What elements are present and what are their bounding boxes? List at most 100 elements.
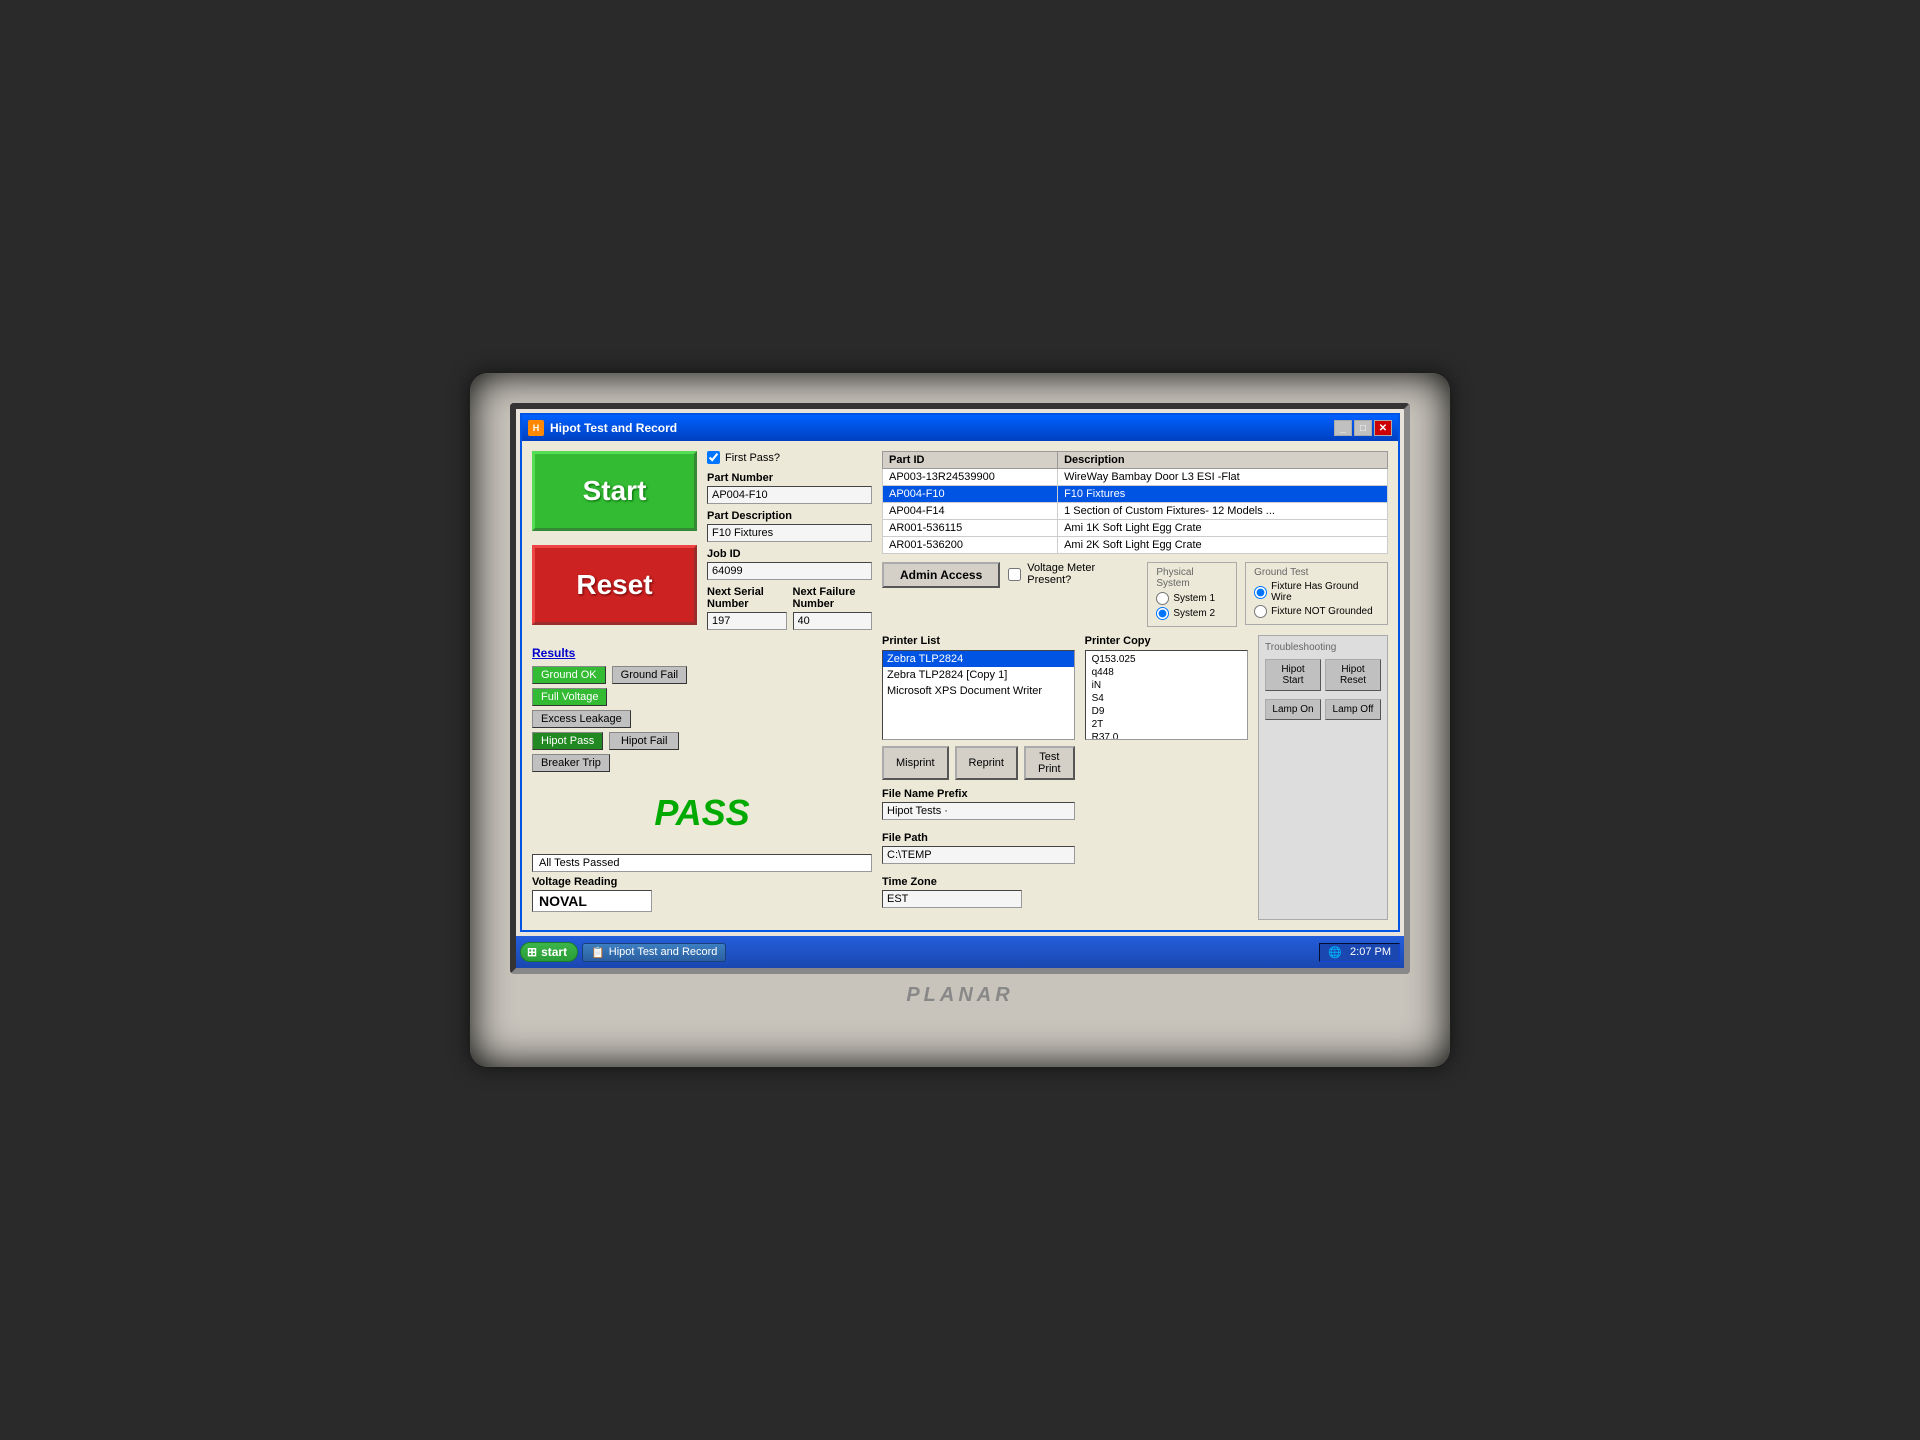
start-taskbar-button[interactable]: ⊞ start <box>520 942 578 962</box>
app-icon: H <box>528 420 544 436</box>
table-row[interactable]: AR001-536115Ami 1K Soft Light Egg Crate <box>883 520 1388 537</box>
ground-fail-button[interactable]: Ground Fail <box>612 666 687 684</box>
description-header: Description <box>1058 452 1388 469</box>
fixture-grounded-radio[interactable] <box>1254 586 1267 599</box>
file-name-prefix-title: File Name Prefix <box>882 788 1075 800</box>
file-path-section: File Path <box>882 832 1075 870</box>
system2-radio[interactable] <box>1156 607 1169 620</box>
voltage-row: Full Voltage <box>532 688 872 706</box>
file-path-input[interactable] <box>882 846 1075 864</box>
maximize-button[interactable]: □ <box>1354 420 1372 436</box>
table-row[interactable]: AP004-F10F10 Fixtures <box>883 486 1388 503</box>
system1-radio[interactable] <box>1156 592 1169 605</box>
table-row[interactable]: AP004-F141 Section of Custom Fixtures- 1… <box>883 503 1388 520</box>
network-icon: 🌐 <box>1328 946 1342 959</box>
job-id-label: Job ID <box>707 548 872 560</box>
printer-copy-title: Printer Copy <box>1085 635 1248 647</box>
ground-row: Ground OK Ground Fail <box>532 666 872 684</box>
printer-copy-list[interactable]: Q153.025q448iNS4D92TR37.0N46.5.0.3.1.1 N… <box>1085 650 1248 740</box>
description-cell: F10 Fixtures <box>1058 486 1388 503</box>
printer-copy-item: 2T <box>1090 718 1243 731</box>
time-zone-section: Time Zone <box>882 876 1075 914</box>
breaker-trip-button[interactable]: Breaker Trip <box>532 754 610 772</box>
hipot-fail-button[interactable]: Hipot Fail <box>609 732 679 750</box>
next-failure-label: Next Failure Number <box>793 586 873 610</box>
failure-section: Next Failure Number <box>793 586 873 636</box>
clock-time: 2:07 PM <box>1350 946 1391 958</box>
next-serial-label: Next Serial Number <box>707 586 787 610</box>
part-desc-input[interactable] <box>707 524 872 542</box>
taskbar-app-button[interactable]: 📋 Hipot Test and Record <box>582 943 726 962</box>
lamp-on-button[interactable]: Lamp On <box>1265 699 1321 720</box>
hipot-pass-button[interactable]: Hipot Pass <box>532 732 603 750</box>
physical-system-title: Physical System <box>1156 567 1228 589</box>
fixture-grounded-label: Fixture Has Ground Wire <box>1271 581 1379 603</box>
printer-list-title: Printer List <box>882 635 1075 647</box>
printer-list-item[interactable]: Zebra TLP2824 <box>883 651 1074 667</box>
table-row[interactable]: AR001-536200Ami 2K Soft Light Egg Crate <box>883 537 1388 554</box>
part-id-cell: AR001-536200 <box>883 537 1058 554</box>
ground-ok-button[interactable]: Ground OK <box>532 666 606 684</box>
misprint-button[interactable]: Misprint <box>882 746 949 780</box>
parts-table: Part ID Description AP003-13R24539900Wir… <box>882 451 1388 554</box>
taskbar: ⊞ start 📋 Hipot Test and Record 🌐 2:07 P… <box>516 936 1404 968</box>
job-id-input[interactable] <box>707 562 872 580</box>
app-window: H Hipot Test and Record _ □ ✕ Start Re <box>520 413 1400 932</box>
printer-list-item[interactable]: Microsoft XPS Document Writer <box>883 683 1074 699</box>
file-path-title: File Path <box>882 832 1075 844</box>
start-button[interactable]: Start <box>532 451 697 531</box>
voltage-value: NOVAL <box>532 890 652 912</box>
windows-logo-icon: ⊞ <box>527 945 537 959</box>
printer-copy-item: Q153.025 <box>1090 653 1243 666</box>
part-number-input[interactable] <box>707 486 872 504</box>
table-row[interactable]: AP003-13R24539900WireWay Bambay Door L3 … <box>883 469 1388 486</box>
fixture-not-grounded-row: Fixture NOT Grounded <box>1254 605 1379 618</box>
serial-section: Next Serial Number <box>707 586 787 636</box>
voltage-meter-checkbox[interactable] <box>1008 568 1021 581</box>
system2-label: System 2 <box>1173 608 1215 619</box>
system1-label: System 1 <box>1173 593 1215 604</box>
form-fields: First Pass? Part Number Part Description… <box>707 451 872 636</box>
printer-list-box[interactable]: Zebra TLP2824Zebra TLP2824 [Copy 1]Micro… <box>882 650 1075 740</box>
action-buttons: Start Reset <box>532 451 697 636</box>
printer-list-item[interactable]: Zebra TLP2824 [Copy 1] <box>883 667 1074 683</box>
first-pass-checkbox[interactable] <box>707 451 720 464</box>
file-name-prefix-input[interactable] <box>882 802 1075 820</box>
first-pass-row: First Pass? <box>707 451 872 464</box>
description-cell: 1 Section of Custom Fixtures- 12 Models … <box>1058 503 1388 520</box>
hipot-start-trouble-button[interactable]: HipotStart <box>1265 659 1321 691</box>
troubleshoot-buttons: HipotStart HipotReset <box>1265 659 1381 691</box>
fixture-not-grounded-radio[interactable] <box>1254 605 1267 618</box>
ground-test-group: Ground Test Fixture Has Ground Wire Fixt… <box>1245 562 1388 625</box>
admin-access-button[interactable]: Admin Access <box>882 562 1000 588</box>
next-failure-input[interactable] <box>793 612 873 630</box>
voltage-reading-label: Voltage Reading <box>532 876 872 888</box>
full-voltage-button[interactable]: Full Voltage <box>532 688 607 706</box>
excess-leakage-button[interactable]: Excess Leakage <box>532 710 631 728</box>
reprint-button[interactable]: Reprint <box>955 746 1018 780</box>
app-content: Start Reset First Pass? Part Number Part <box>522 441 1398 930</box>
print-buttons-row: Misprint Reprint Test Print <box>882 746 1075 780</box>
breaker-row: Breaker Trip <box>532 754 872 772</box>
troubleshooting-box: Troubleshooting HipotStart HipotReset La… <box>1258 635 1388 920</box>
fixture-not-grounded-label: Fixture NOT Grounded <box>1271 606 1373 617</box>
reset-button[interactable]: Reset <box>532 545 697 625</box>
leakage-row: Excess Leakage <box>532 710 872 728</box>
part-number-label: Part Number <box>707 472 872 484</box>
part-desc-label: Part Description <box>707 510 872 522</box>
close-button[interactable]: ✕ <box>1374 420 1392 436</box>
printer-copy-item: R37.0 <box>1090 731 1243 740</box>
hipot-reset-trouble-button[interactable]: HipotReset <box>1325 659 1381 691</box>
printer-copy-section: Printer Copy Q153.025q448iNS4D92TR37.0N4… <box>1085 635 1248 920</box>
system1-row: System 1 <box>1156 592 1228 605</box>
lamp-buttons: Lamp On Lamp Off <box>1265 699 1381 720</box>
printer-copy-item: q448 <box>1090 666 1243 679</box>
lamp-off-button[interactable]: Lamp Off <box>1325 699 1381 720</box>
mid-controls-row: Admin Access Voltage Meter Present? Phys… <box>882 562 1388 627</box>
test-print-button[interactable]: Test Print <box>1024 746 1075 780</box>
part-id-cell: AP003-13R24539900 <box>883 469 1058 486</box>
first-pass-label: First Pass? <box>725 452 780 464</box>
next-serial-input[interactable] <box>707 612 787 630</box>
time-zone-input[interactable] <box>882 890 1022 908</box>
minimize-button[interactable]: _ <box>1334 420 1352 436</box>
